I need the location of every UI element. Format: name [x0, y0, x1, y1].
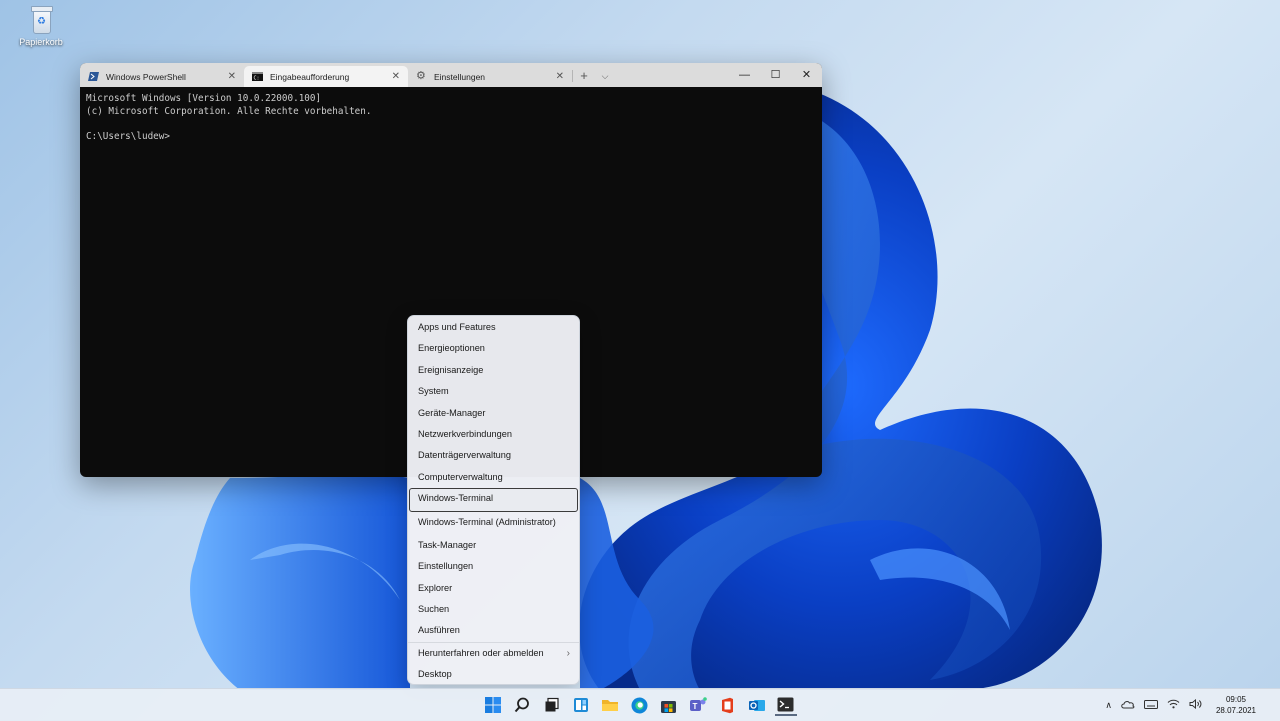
- menu-item-task-manager[interactable]: Task-Manager: [408, 535, 579, 556]
- menu-item-settings[interactable]: Einstellungen: [408, 556, 579, 577]
- volume-icon[interactable]: [1189, 698, 1202, 711]
- caption-buttons: — ☐ ✕: [729, 63, 822, 87]
- tab-label: Windows PowerShell: [106, 71, 186, 82]
- command-prompt: C:\Users\ludew>: [86, 130, 170, 142]
- onedrive-icon[interactable]: [1121, 700, 1135, 711]
- gear-icon: ⚙: [416, 70, 426, 82]
- menu-item-event-viewer[interactable]: Ereignisanzeige: [408, 360, 579, 381]
- clock-time: 09:05: [1225, 695, 1246, 704]
- close-tab-icon[interactable]: ✕: [228, 71, 236, 82]
- taskbar-apps: T: [482, 694, 804, 716]
- menu-item-computer-management[interactable]: Computerverwaltung: [408, 467, 579, 488]
- menu-item-disk-management[interactable]: Datenträgerverwaltung: [408, 445, 579, 466]
- svg-text:C:: C:: [254, 76, 260, 82]
- menu-item-search[interactable]: Suchen: [408, 599, 579, 620]
- tab-label: Eingabeaufforderung: [270, 71, 350, 82]
- recycle-bin-label: Papierkorb: [19, 37, 63, 47]
- edge-icon[interactable]: [628, 694, 650, 716]
- teams-icon[interactable]: T: [687, 694, 709, 716]
- wifi-icon[interactable]: [1167, 699, 1180, 711]
- clock[interactable]: 09:05 28.07.2021: [1216, 694, 1256, 716]
- powershell-icon: [88, 72, 99, 81]
- tab-dropdown-button[interactable]: ⌵: [595, 66, 615, 87]
- task-view-icon[interactable]: [541, 694, 563, 716]
- terminal-icon[interactable]: [774, 694, 797, 716]
- minimize-button[interactable]: —: [729, 63, 760, 87]
- menu-item-explorer[interactable]: Explorer: [408, 578, 579, 599]
- search-icon[interactable]: [511, 694, 533, 716]
- new-tab-button[interactable]: +: [573, 66, 595, 87]
- menu-item-device-manager[interactable]: Geräte-Manager: [408, 403, 579, 424]
- title-bar: Windows PowerShell ✕ C: Eingabeaufforder…: [80, 63, 822, 87]
- menu-item-run[interactable]: Ausführen: [408, 620, 579, 641]
- widgets-icon[interactable]: [570, 694, 592, 716]
- keyboard-icon[interactable]: [1143, 699, 1158, 711]
- tab-label: Einstellungen: [434, 71, 486, 82]
- winx-context-menu: Apps und Features Energieoptionen Ereign…: [407, 315, 580, 685]
- tab-cmd[interactable]: C: Eingabeaufforderung ✕: [244, 66, 408, 87]
- console-line: Microsoft Windows [Version 10.0.22000.10…: [86, 93, 322, 104]
- store-icon[interactable]: [658, 694, 680, 716]
- recycle-bin-shortcut[interactable]: ♻ Papierkorb: [14, 6, 68, 47]
- menu-item-windows-terminal-admin[interactable]: Windows-Terminal (Administrator): [408, 512, 579, 533]
- tab-powershell[interactable]: Windows PowerShell ✕: [80, 66, 244, 87]
- cmd-icon: C:: [252, 72, 263, 81]
- menu-item-desktop[interactable]: Desktop: [408, 664, 579, 685]
- recycle-bin-icon: ♻: [29, 6, 53, 34]
- close-tab-icon[interactable]: ✕: [556, 71, 564, 82]
- chevron-right-icon: ›: [566, 647, 570, 659]
- menu-item-label: Herunterfahren oder abmelden: [418, 647, 544, 658]
- system-tray: ∧ 09:05 28.07.2021: [1096, 689, 1256, 721]
- menu-item-shutdown-signout[interactable]: Herunterfahren oder abmelden ›: [408, 643, 579, 664]
- menu-item-network-connections[interactable]: Netzwerkverbindungen: [408, 424, 579, 445]
- menu-item-system[interactable]: System: [408, 381, 579, 402]
- clock-date: 28.07.2021: [1215, 706, 1256, 715]
- menu-item-apps-features[interactable]: Apps und Features: [408, 317, 579, 338]
- console-output[interactable]: Microsoft Windows [Version 10.0.22000.10…: [80, 87, 822, 149]
- close-tab-icon[interactable]: ✕: [392, 71, 400, 82]
- svg-text:T: T: [693, 702, 698, 711]
- taskbar: T ∧ 09:05 28.07.2021: [0, 688, 1280, 721]
- menu-item-windows-terminal[interactable]: Windows-Terminal: [409, 488, 578, 512]
- console-line: (c) Microsoft Corporation. Alle Rechte v…: [86, 105, 372, 117]
- close-button[interactable]: ✕: [791, 63, 822, 87]
- show-hidden-icons-chevron[interactable]: ∧: [1105, 700, 1112, 711]
- menu-item-energy-options[interactable]: Energieoptionen: [408, 338, 579, 359]
- maximize-button[interactable]: ☐: [760, 63, 791, 87]
- start-icon[interactable]: [482, 694, 504, 716]
- office-icon[interactable]: [716, 694, 738, 716]
- outlook-icon[interactable]: [746, 694, 768, 716]
- file-explorer-icon[interactable]: [599, 694, 621, 716]
- tab-settings[interactable]: ⚙ Einstellungen ✕: [408, 66, 572, 87]
